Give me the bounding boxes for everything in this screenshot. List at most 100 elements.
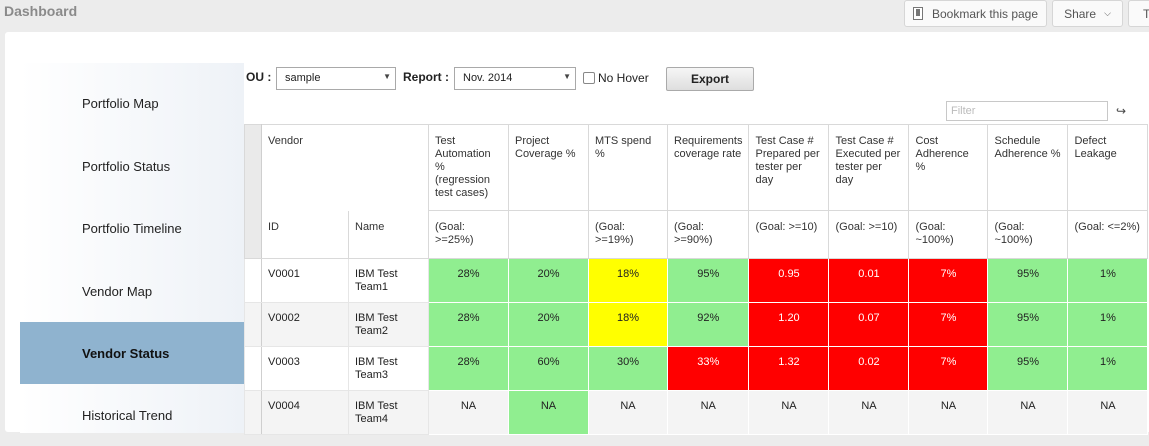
metric-cell: 1% bbox=[1067, 302, 1149, 347]
sidebar-item-vendor-status[interactable]: Vendor Status bbox=[20, 322, 244, 384]
bookmark-button[interactable]: Bookmark this page bbox=[904, 0, 1047, 27]
metric-cell: NA bbox=[908, 390, 989, 435]
vendor-name-cell: IBM Test Team3 bbox=[348, 346, 429, 391]
metric-cell: 95% bbox=[987, 302, 1069, 347]
column-header[interactable]: Project Coverage % bbox=[508, 124, 589, 211]
no-hover-checkbox[interactable] bbox=[583, 72, 595, 84]
row-gutter bbox=[244, 124, 262, 259]
vendor-id-cell: V0001 bbox=[261, 258, 349, 303]
goal-label: (Goal: >=10) bbox=[828, 210, 910, 259]
vendor-header[interactable]: Vendor bbox=[261, 124, 429, 211]
metric-cell: 1.20 bbox=[748, 302, 830, 347]
metric-cell: 1% bbox=[1067, 346, 1149, 391]
metric-cell: 33% bbox=[666, 346, 750, 391]
sidebar-item-historical-trend[interactable]: Historical Trend bbox=[20, 384, 244, 446]
filter-toggle-icon[interactable]: ↪ bbox=[1116, 104, 1126, 118]
bookmark-label: Bookmark this page bbox=[931, 6, 1039, 21]
metric-cell: 30% bbox=[588, 346, 668, 391]
vendor-id-cell: V0004 bbox=[261, 390, 349, 435]
metric-cell: 7% bbox=[908, 302, 989, 347]
more-button[interactable]: T bbox=[1128, 0, 1149, 27]
sidebar-item-label: Portfolio Map bbox=[82, 95, 159, 111]
sidebar-item-portfolio-status[interactable]: Portfolio Status bbox=[20, 135, 244, 197]
goal-label: (Goal: ~100%) bbox=[908, 210, 989, 259]
vendor-id-cell: V0003 bbox=[261, 346, 349, 391]
metric-cell: 18% bbox=[588, 258, 668, 303]
metric-cell: 28% bbox=[428, 258, 509, 303]
column-header[interactable]: Test Automation % (regression test cases… bbox=[428, 124, 509, 211]
sidebar-item-vendor-map[interactable]: Vendor Map bbox=[20, 260, 244, 322]
table-body: V0001 IBM Test Team1 28% 20% 18% 95% 0.95 0.01 7… bbox=[244, 258, 1149, 435]
metric-cell: 0.01 bbox=[828, 258, 910, 303]
table-row[interactable]: V0003 IBM Test Team3 28% 60% 30% 33% 1.32 0.02 7… bbox=[244, 346, 1149, 391]
goal-label: (Goal: ~100%) bbox=[987, 210, 1069, 259]
name-header[interactable]: Name bbox=[348, 210, 429, 259]
metric-cell: NA bbox=[666, 390, 750, 435]
metric-cell: 0.07 bbox=[828, 302, 910, 347]
metric-cell: NA bbox=[748, 390, 830, 435]
ou-label: OU : bbox=[246, 70, 272, 84]
ou-select[interactable]: sample ▼ bbox=[276, 67, 396, 90]
metric-cell: 20% bbox=[508, 258, 589, 303]
column-header[interactable]: Schedule Adherence % bbox=[987, 124, 1069, 211]
report-label: Report : bbox=[403, 70, 449, 84]
metric-cell: 28% bbox=[428, 346, 509, 391]
share-button[interactable]: Share ⌵ bbox=[1052, 0, 1123, 27]
sidebar-item-label: Historical Trend bbox=[82, 407, 173, 423]
chevron-down-icon: ⌵ bbox=[1104, 8, 1111, 18]
row-gutter bbox=[244, 302, 262, 347]
sidebar-item-portfolio-timeline[interactable]: Portfolio Timeline bbox=[20, 197, 244, 259]
goal-label: (Goal: >=19%) bbox=[588, 210, 668, 259]
metric-cell: NA bbox=[508, 390, 589, 435]
vendor-name-cell: IBM Test Team4 bbox=[348, 390, 429, 435]
id-header[interactable]: ID bbox=[261, 210, 349, 259]
caret-down-icon: ▼ bbox=[563, 72, 571, 81]
page-title: Dashboard bbox=[4, 3, 78, 19]
sidebar-item-portfolio-map[interactable]: Portfolio Map bbox=[20, 72, 244, 134]
column-header[interactable]: Requirements coverage rate bbox=[666, 124, 750, 211]
metric-cell: NA bbox=[588, 390, 668, 435]
metric-cell: 1.32 bbox=[748, 346, 830, 391]
metric-cell: 60% bbox=[508, 346, 589, 391]
filter-input[interactable] bbox=[946, 101, 1108, 121]
vendor-name-cell: IBM Test Team2 bbox=[348, 302, 429, 347]
metric-cell: 18% bbox=[588, 302, 668, 347]
more-label: T bbox=[1143, 6, 1149, 21]
metric-cell: 95% bbox=[666, 258, 750, 303]
table-row[interactable]: V0001 IBM Test Team1 28% 20% 18% 95% 0.95 0.01 7… bbox=[244, 258, 1149, 303]
metric-cell: 0.02 bbox=[828, 346, 910, 391]
metric-cell: 92% bbox=[666, 302, 750, 347]
column-header[interactable]: Cost Adherence % bbox=[908, 124, 989, 211]
export-button[interactable]: Export bbox=[666, 67, 754, 91]
table-row[interactable]: V0002 IBM Test Team2 28% 20% 18% 92% 1.20 0.07 7… bbox=[244, 302, 1149, 347]
metric-cell: 0.95 bbox=[748, 258, 830, 303]
metric-cell: NA bbox=[428, 390, 509, 435]
column-header[interactable]: Test Case # Executed per tester per day bbox=[828, 124, 910, 211]
goal-label bbox=[508, 210, 589, 259]
report-select-value: Nov. 2014 bbox=[463, 72, 513, 84]
metric-cell: NA bbox=[987, 390, 1069, 435]
goal-label: (Goal: >=10) bbox=[748, 210, 830, 259]
metric-cell: 95% bbox=[987, 258, 1069, 303]
sidebar-item-label: Portfolio Timeline bbox=[82, 220, 182, 236]
no-hover-label: No Hover bbox=[598, 71, 649, 85]
row-gutter bbox=[244, 346, 262, 391]
table-row[interactable]: V0004 IBM Test Team4 NA NA NA NA NA NA NA NA NA bbox=[244, 390, 1149, 435]
column-header[interactable]: MTS spend % bbox=[588, 124, 668, 211]
column-header[interactable]: Test Case # Prepared per tester per day bbox=[748, 124, 830, 211]
metric-cell: 1% bbox=[1067, 258, 1149, 303]
column-header[interactable]: Defect Leakage bbox=[1067, 124, 1149, 211]
report-select[interactable]: Nov. 2014 ▼ bbox=[454, 67, 576, 90]
row-gutter bbox=[244, 390, 262, 435]
caret-down-icon: ▼ bbox=[383, 72, 391, 81]
bookmark-icon bbox=[912, 7, 923, 20]
row-gutter bbox=[244, 258, 262, 303]
vendor-name-cell: IBM Test Team1 bbox=[348, 258, 429, 303]
vendor-id-cell: V0002 bbox=[261, 302, 349, 347]
metric-cell: 28% bbox=[428, 302, 509, 347]
metric-cell: NA bbox=[828, 390, 910, 435]
metric-cell: 7% bbox=[908, 258, 989, 303]
sidebar-item-label: Vendor Status bbox=[82, 345, 170, 361]
metric-cell: 95% bbox=[987, 346, 1069, 391]
ou-select-value: sample bbox=[285, 72, 321, 84]
